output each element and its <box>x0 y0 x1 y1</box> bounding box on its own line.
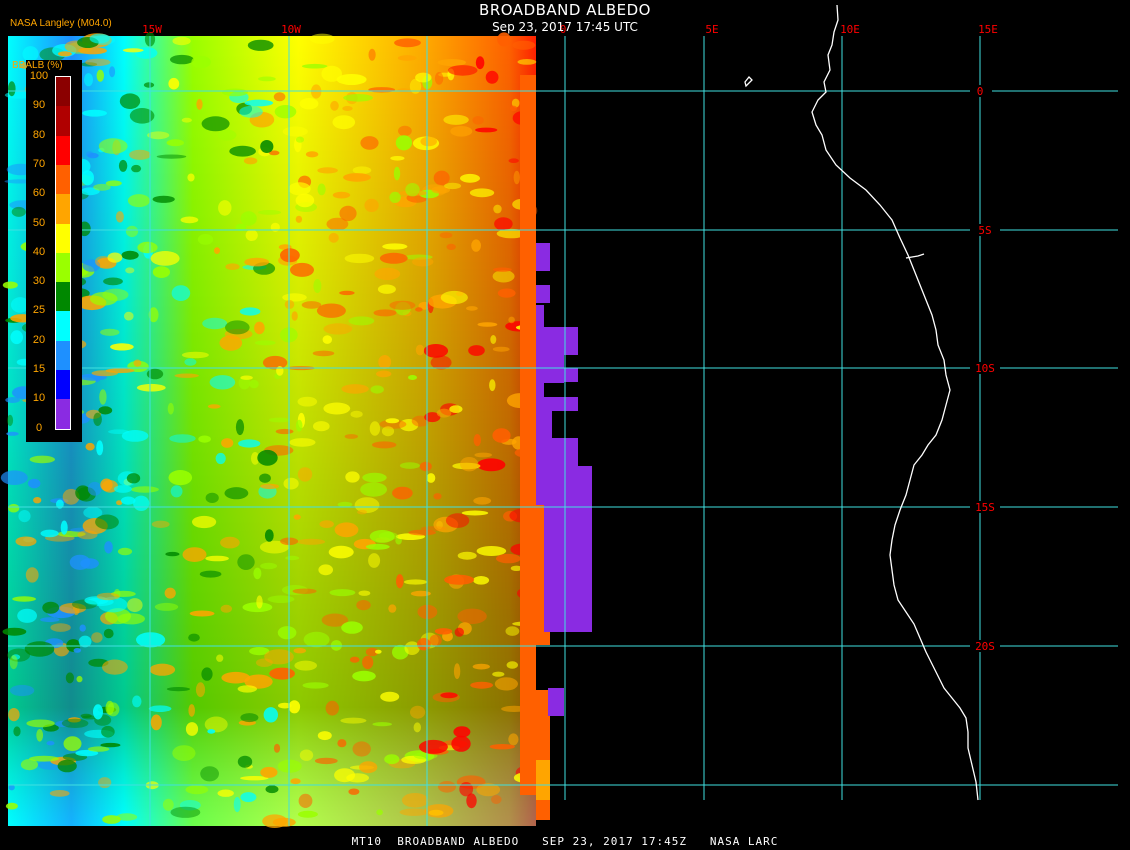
footer-caption: MT10 BROADBAND ALBEDO SEP 23, 2017 17:45… <box>351 835 779 848</box>
albedo-map: 15W 10W 0 5E 10E 15E 0 5S 10S 15S 20S <box>0 4 1118 828</box>
map-title: BROADBAND ALBEDO <box>479 1 651 19</box>
map-timestamp: Sep 23, 2017 17:45 UTC <box>492 20 638 34</box>
legend-tick-label: 0 <box>35 421 43 434</box>
legend-tick-label: 90 <box>32 99 46 112</box>
legend-frame <box>55 76 71 430</box>
legend-tick-label: 50 <box>32 216 46 229</box>
legend-tick-label: 100 <box>29 70 49 82</box>
legend-tick-label: 15 <box>32 363 46 375</box>
legend-tick-label: 70 <box>32 157 46 170</box>
legend-tick-label: 30 <box>32 275 46 288</box>
legend-tick-label: 80 <box>32 128 46 141</box>
lat-label-5s: 5S <box>978 224 991 237</box>
cloud-field <box>0 32 592 828</box>
agency-label: NASA Langley (M04.0) <box>10 18 112 29</box>
legend-tick-label: 20 <box>32 333 46 346</box>
lat-label-15s: 15S <box>975 501 995 514</box>
lat-label-20s: 20S <box>975 640 995 653</box>
color-legend: BBALB (%) 100 90 80 70 60 50 40 30 25 20 15 10 0 <box>12 60 82 442</box>
lat-label-10s: 10S <box>975 362 995 375</box>
lat-label-0: 0 <box>977 85 984 98</box>
legend-tick-label: 10 <box>32 392 46 405</box>
legend-tick-label: 60 <box>32 187 46 200</box>
lat-labels: 0 5S 10S 15S 20S <box>970 85 1000 653</box>
coastline <box>744 4 979 801</box>
legend-tick-label: 25 <box>32 304 46 317</box>
edge-artifact <box>536 243 592 716</box>
legend-tick-label: 40 <box>32 245 46 258</box>
